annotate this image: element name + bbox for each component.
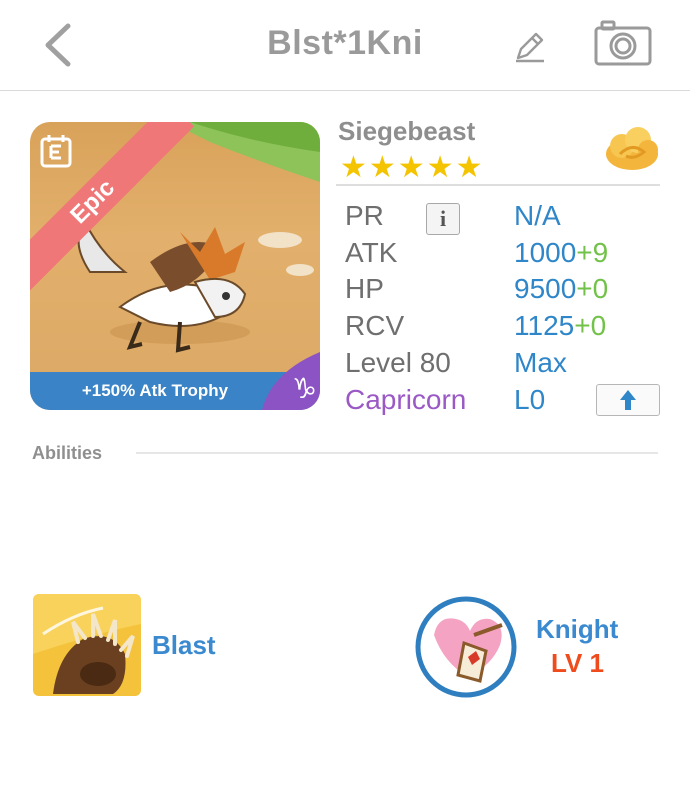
abilities-heading: Abilities xyxy=(32,443,103,463)
trophy-label: +150% Atk Trophy xyxy=(81,381,229,400)
rcv-bonus: +0 xyxy=(574,310,607,341)
monster-name: Siegebeast xyxy=(338,116,476,146)
cloud-icon xyxy=(606,127,658,170)
atk-value: 1000+9 xyxy=(514,237,608,269)
level-label: Level 80 xyxy=(345,347,451,378)
arrow-up-icon xyxy=(620,390,636,410)
pr-value: N/A xyxy=(514,200,561,231)
info-button[interactable]: i xyxy=(426,203,460,235)
rcv-label: RCV xyxy=(345,310,405,341)
abilities-divider xyxy=(136,452,658,454)
star-rating: ★★★★★ xyxy=(340,151,485,184)
hp-number: 9500 xyxy=(514,273,577,304)
pr-label: PR xyxy=(345,200,384,231)
heart-shield-icon[interactable] xyxy=(414,595,518,699)
e-calendar-icon xyxy=(40,135,72,168)
camera-icon[interactable] xyxy=(594,20,652,66)
ability-blast-label: Blast xyxy=(152,630,216,660)
hp-bonus: +0 xyxy=(576,273,609,304)
stats-divider xyxy=(336,184,660,186)
hp-label: HP xyxy=(345,273,384,304)
zodiac-label: Capricorn xyxy=(345,384,467,415)
upgrade-button[interactable] xyxy=(596,384,660,416)
atk-number: 1000 xyxy=(514,237,577,268)
atk-bonus: +9 xyxy=(576,237,609,268)
rcv-number: 1125 xyxy=(514,310,575,341)
claw-icon[interactable] xyxy=(33,594,141,696)
page-title: Blst*1Kni xyxy=(267,24,423,62)
header: Blst*1Kni xyxy=(0,0,690,91)
zodiac-level: L0 xyxy=(514,384,546,415)
atk-label: ATK xyxy=(345,237,398,268)
capricorn-icon: ♑ xyxy=(262,352,320,410)
pencil-icon[interactable] xyxy=(512,28,548,64)
svg-text:♑: ♑ xyxy=(292,372,317,405)
level-value: Max xyxy=(514,347,567,378)
ability-knight-label: Knight xyxy=(536,614,619,644)
monster-card[interactable]: Epic +150% Atk Trophy ♑ xyxy=(30,122,320,410)
ability-knight-level: LV 1 xyxy=(551,648,604,678)
rcv-value: 1125+0 xyxy=(514,310,606,342)
hp-value: 9500+0 xyxy=(514,273,608,305)
